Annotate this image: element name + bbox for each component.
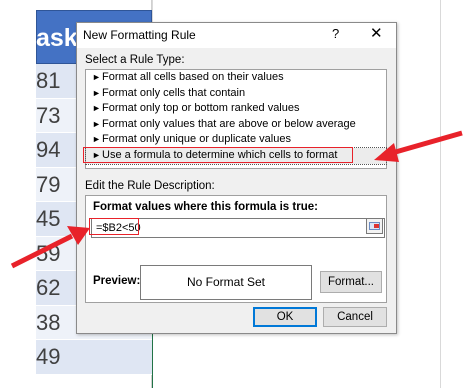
rule-type-label: Format only values that are above or bel… xyxy=(102,117,356,130)
bullet-arrow-icon: ► xyxy=(92,118,101,129)
selection-border xyxy=(152,330,153,388)
help-button[interactable]: ? xyxy=(332,26,339,41)
bullet-arrow-icon: ► xyxy=(92,134,101,145)
new-formatting-rule-dialog: New Formatting Rule ? ✕ Select a Rule Ty… xyxy=(76,22,397,334)
format-button[interactable]: Format... xyxy=(320,271,382,293)
ok-button[interactable]: OK xyxy=(253,307,317,327)
formula-input[interactable]: =$B2<50 xyxy=(91,218,385,238)
preview-label: Preview: xyxy=(93,275,141,287)
rule-type-item[interactable]: ►Format only values that are above or be… xyxy=(86,117,386,133)
rule-type-item-selected[interactable]: ►Use a formula to determine which cells … xyxy=(85,146,387,165)
rule-type-label: Use a formula to determine which cells t… xyxy=(102,148,338,161)
rule-type-label: Format only cells that contain xyxy=(102,86,246,99)
rule-type-label: Format all cells based on their values xyxy=(102,71,284,83)
formula-label: Format values where this formula is true… xyxy=(93,201,318,213)
close-icon[interactable]: ✕ xyxy=(370,24,383,42)
rule-type-list[interactable]: ►Format all cells based on their values … xyxy=(85,69,387,169)
bullet-arrow-icon: ► xyxy=(92,149,101,160)
range-select-marker xyxy=(374,224,379,228)
rule-type-label: Format only top or bottom ranked values xyxy=(102,102,300,115)
rule-type-item[interactable]: ►Format only unique or duplicate values xyxy=(86,132,386,148)
rule-type-label: Format only unique or duplicate values xyxy=(102,133,291,146)
edit-description-label: Edit the Rule Description: xyxy=(85,180,215,192)
cell-value[interactable]: 49 xyxy=(36,340,152,375)
select-rule-type-label: Select a Rule Type: xyxy=(85,54,185,66)
cancel-button[interactable]: Cancel xyxy=(323,307,387,327)
rule-type-item[interactable]: ►Format all cells based on their values xyxy=(86,70,386,86)
dialog-titlebar[interactable]: New Formatting Rule ? ✕ xyxy=(77,23,396,48)
format-preview: No Format Set xyxy=(140,265,312,300)
bullet-arrow-icon: ► xyxy=(92,87,101,98)
bullet-arrow-icon: ► xyxy=(92,103,101,114)
rule-type-item[interactable]: ►Format only cells that contain xyxy=(86,86,386,102)
rule-type-item[interactable]: ►Format only top or bottom ranked values xyxy=(86,101,386,117)
collapse-dialog-button[interactable] xyxy=(366,218,383,234)
bullet-arrow-icon: ► xyxy=(92,72,101,82)
dialog-title: New Formatting Rule xyxy=(83,28,196,42)
grid-line xyxy=(440,0,441,388)
